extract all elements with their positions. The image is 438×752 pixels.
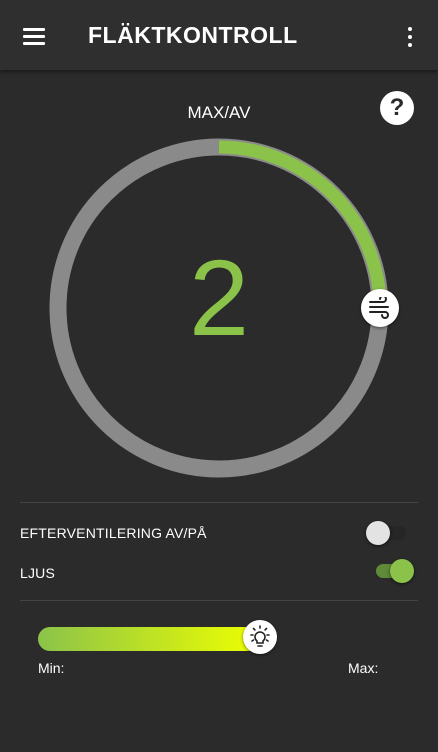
lightbulb-icon <box>250 625 271 647</box>
toggle-thumb <box>390 559 414 583</box>
divider <box>20 502 418 503</box>
post-ventilation-label: EFTERVENTILERING AV/PÅ <box>20 525 207 541</box>
light-level-track <box>38 627 380 651</box>
light-toggle[interactable] <box>370 558 414 584</box>
app-bar: FLÄKTKONTROLL <box>0 0 438 70</box>
app-title: FLÄKTKONTROLL <box>88 22 298 48</box>
dial-knob[interactable] <box>361 289 399 327</box>
light-label: LJUS <box>20 565 56 581</box>
post-ventilation-toggle[interactable] <box>366 520 410 546</box>
light-level-thumb[interactable] <box>243 620 278 654</box>
toggle-thumb <box>366 521 390 545</box>
more-vert-icon[interactable] <box>396 22 424 52</box>
light-max-label: Max: <box>348 660 379 676</box>
light-min-label: Min: <box>38 660 65 676</box>
wind-icon <box>369 297 389 319</box>
menu-icon[interactable] <box>18 22 52 52</box>
divider <box>20 600 418 601</box>
light-level-fill <box>38 627 261 651</box>
light-level-slider[interactable] <box>38 620 380 654</box>
